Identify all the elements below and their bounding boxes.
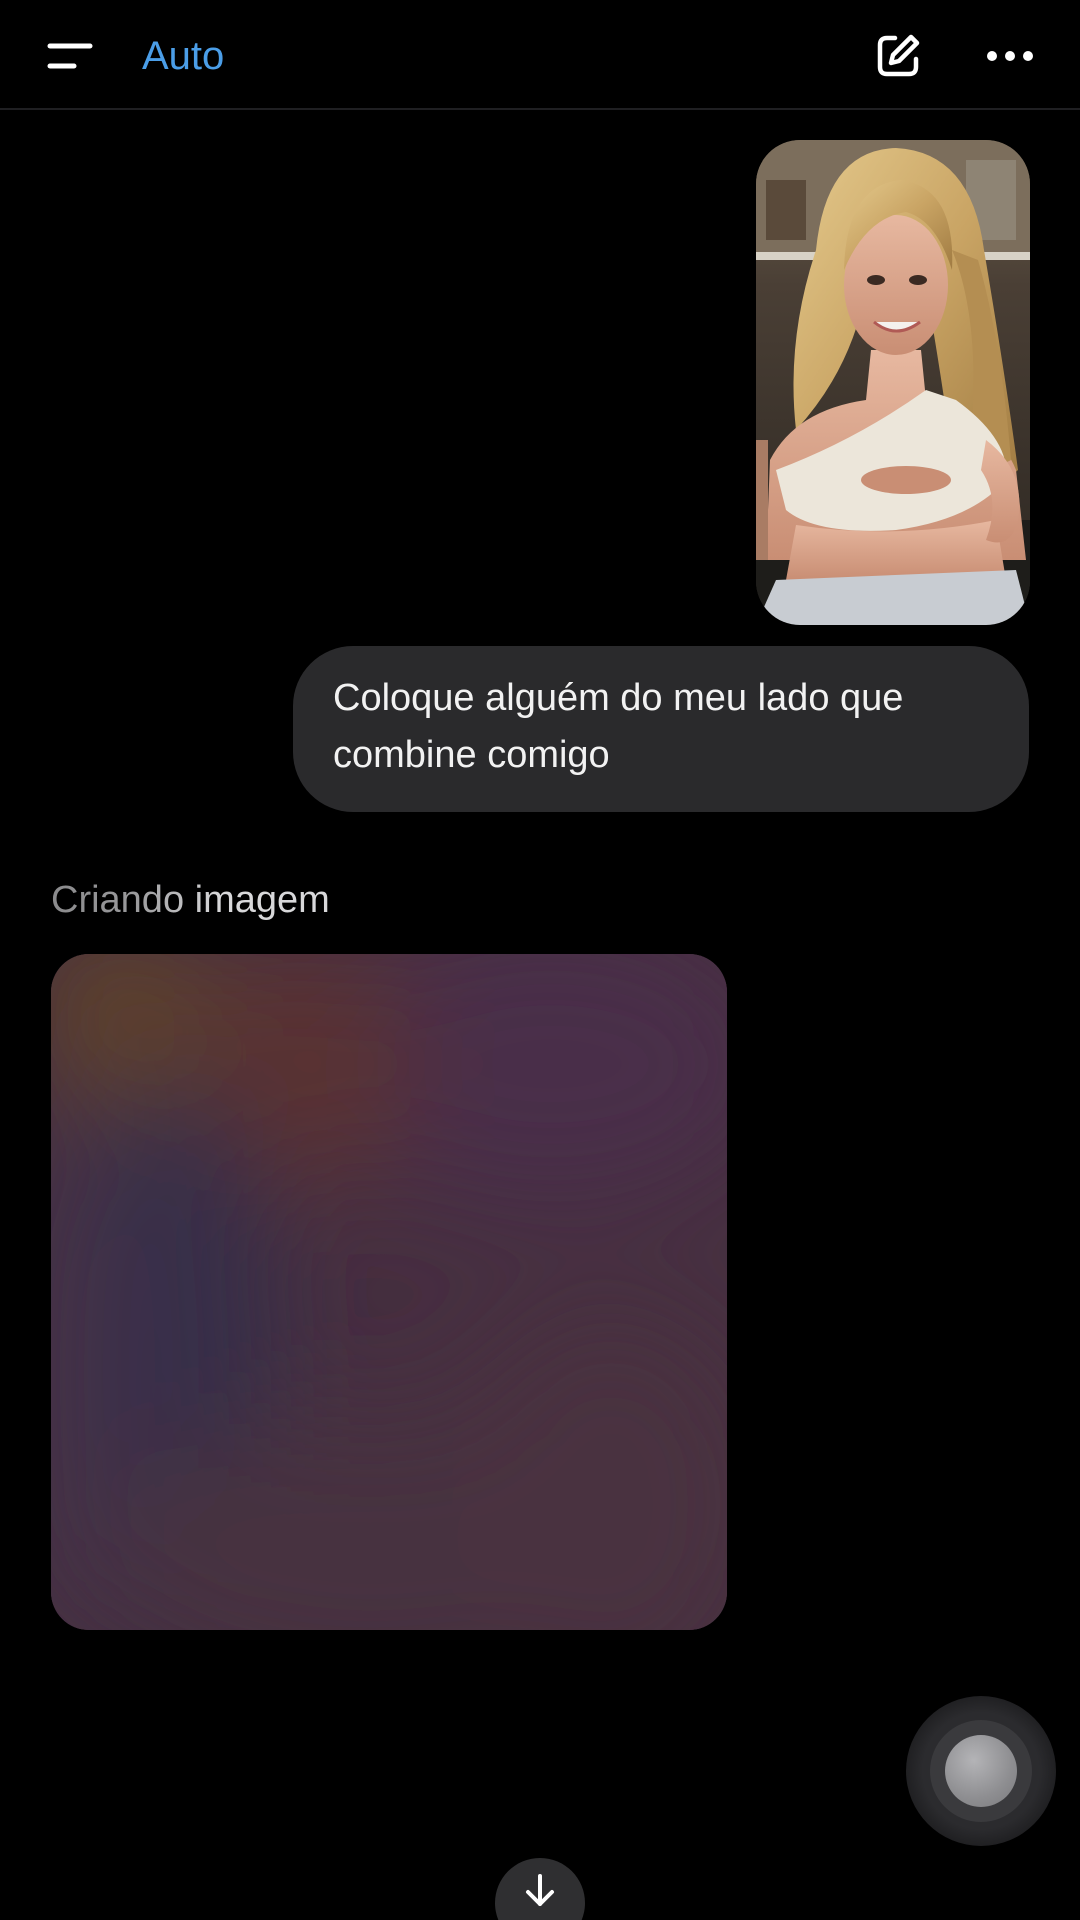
- arrow-down-icon: [526, 1874, 554, 1906]
- menu-button[interactable]: [40, 30, 100, 82]
- chat-screen: Auto Coloque alguém do meu lado que comb…: [0, 0, 1080, 1920]
- more-dots-icon: [987, 51, 1033, 61]
- voice-orb-ring: [930, 1720, 1032, 1822]
- more-options-button[interactable]: [980, 26, 1040, 86]
- new-chat-button[interactable]: [868, 26, 928, 86]
- user-photo-attachment[interactable]: [756, 140, 1030, 625]
- compose-icon: [877, 34, 920, 77]
- scroll-to-bottom-button[interactable]: [495, 1858, 585, 1920]
- user-message-bubble: Coloque alguém do meu lado que combine c…: [293, 646, 1029, 812]
- voice-mode-button[interactable]: [906, 1696, 1056, 1846]
- creating-image-status: Criando imagem: [51, 874, 330, 926]
- generating-image-blur: [51, 954, 727, 1630]
- generating-image-placeholder: [51, 954, 727, 1630]
- top-bar: Auto: [0, 0, 1080, 110]
- menu-lines-icon: [47, 43, 93, 69]
- model-selector[interactable]: Auto: [142, 28, 224, 84]
- user-photo-image: [756, 140, 1030, 625]
- voice-orb-icon: [945, 1735, 1017, 1807]
